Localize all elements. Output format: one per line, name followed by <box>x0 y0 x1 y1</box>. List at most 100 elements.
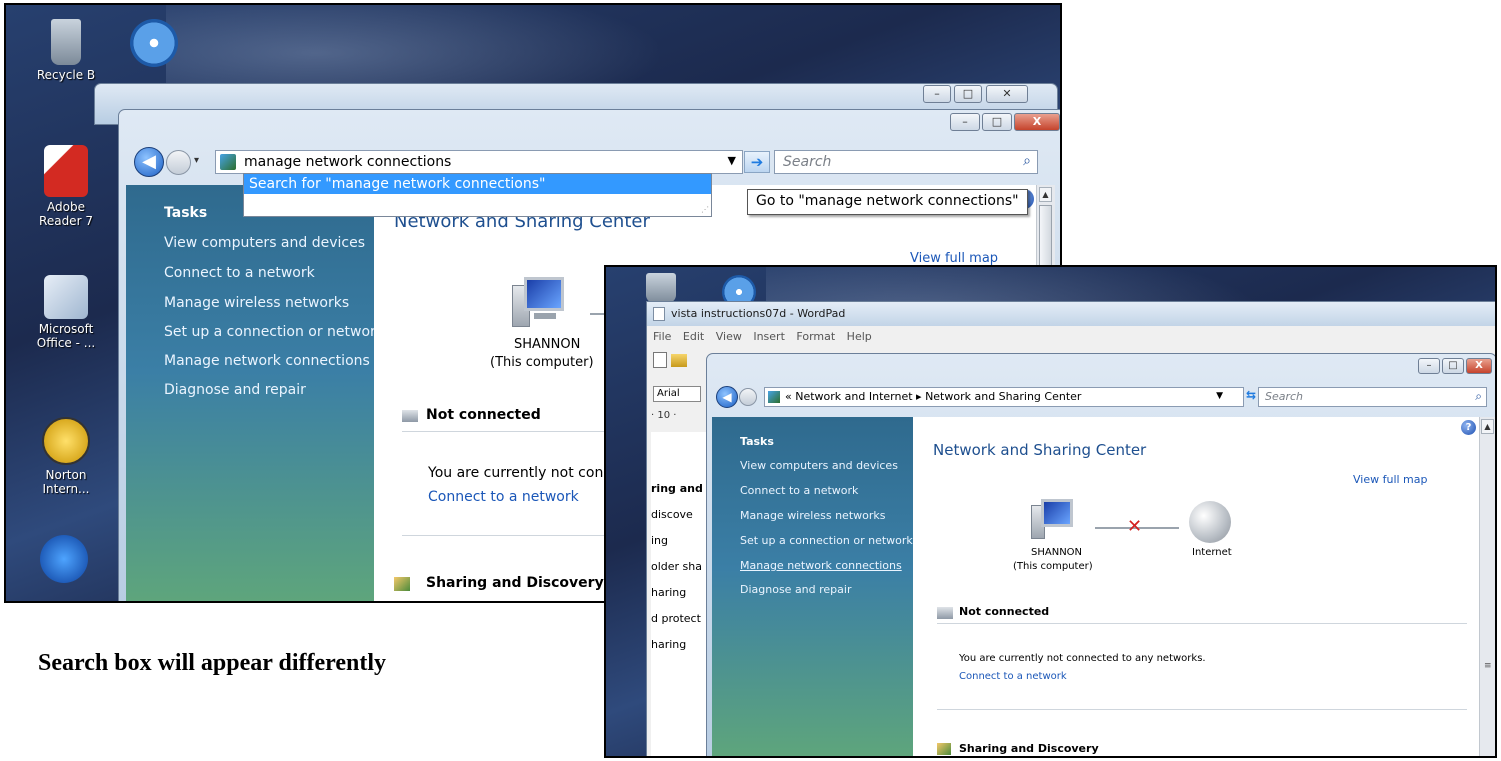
view-full-map-link[interactable]: View full map <box>910 251 998 266</box>
caption-text: Search box will appear differently <box>38 650 386 676</box>
desktop-icon-recycle-bin[interactable]: Recycle B <box>26 19 106 82</box>
computer-name: SHANNON <box>1031 547 1083 558</box>
address-dropdown-icon[interactable]: ▼ <box>1216 391 1223 401</box>
connect-network-link[interactable]: Connect to a network <box>959 671 1067 682</box>
back-button[interactable]: ◀ <box>134 147 164 177</box>
scroll-up-button[interactable]: ▲ <box>1039 187 1052 202</box>
address-bar[interactable]: manage network connections ▼ <box>215 150 743 174</box>
doc-line: discove <box>651 508 693 521</box>
doc-line: haring <box>651 638 687 651</box>
search-icon[interactable]: ⌕ <box>1023 153 1031 169</box>
task-connect-network[interactable]: Connect to a network <box>164 265 315 281</box>
task-manage-connections[interactable]: Manage network connections <box>164 353 370 369</box>
address-value[interactable]: manage network connections <box>244 154 451 170</box>
menu-help[interactable]: Help <box>847 330 872 343</box>
menu-file[interactable]: File <box>653 330 671 343</box>
recycle-bin-icon <box>51 19 81 65</box>
task-setup-connection[interactable]: Set up a connection or network <box>164 324 384 340</box>
network-icon <box>220 154 236 170</box>
scroll-up-button[interactable]: ▲ <box>1481 419 1494 434</box>
page-title: Network and Sharing Center <box>933 441 1147 459</box>
tasks-pane: Tasks View computers and devices Connect… <box>712 417 913 756</box>
desktop-icon-label: Norton Intern... <box>42 468 90 496</box>
close-button[interactable]: X <box>1014 113 1060 131</box>
disc-icon <box>130 19 178 67</box>
task-connect-network[interactable]: Connect to a network <box>740 484 858 497</box>
office-icon <box>44 275 88 319</box>
task-setup-connection[interactable]: Set up a connection or network <box>740 534 913 547</box>
task-manage-connections[interactable]: Manage network connections <box>740 559 902 572</box>
view-full-map-link[interactable]: View full map <box>1353 473 1428 486</box>
minimize-button[interactable]: – <box>1418 358 1440 374</box>
divider <box>937 623 1467 624</box>
minimize-button[interactable]: – <box>950 113 980 131</box>
font-select[interactable]: Arial <box>653 386 701 402</box>
sharing-heading: Sharing and Discovery <box>959 742 1099 755</box>
computer-subtitle: (This computer) <box>1013 561 1093 572</box>
recent-pages-dropdown[interactable]: ▾ <box>194 155 199 166</box>
maximize-button[interactable]: □ <box>982 113 1012 131</box>
menu-format[interactable]: Format <box>796 330 835 343</box>
task-manage-wireless[interactable]: Manage wireless networks <box>164 295 349 311</box>
address-dropdown-icon[interactable]: ▼ <box>728 154 736 167</box>
desktop-icon-adobe-reader[interactable]: Adobe Reader 7 <box>26 145 106 228</box>
wordpad-titlebar: vista instructions07d - WordPad <box>647 302 1495 326</box>
desktop-icon-norton[interactable]: Norton Intern... <box>26 417 106 496</box>
breadcrumb-separator[interactable]: ▸ <box>916 390 922 403</box>
desktop-icon-office[interactable]: Microsoft Office - ... <box>26 275 106 350</box>
background-maximize-button[interactable]: □ <box>954 85 982 103</box>
desktop-icon-label: Adobe Reader 7 <box>39 200 93 228</box>
breadcrumb-bar[interactable]: « Network and Internet ▸ Network and Sha… <box>764 387 1244 407</box>
computer-name: SHANNON <box>514 337 581 352</box>
close-button[interactable]: X <box>1466 358 1492 374</box>
doc-line: ing <box>651 534 669 547</box>
task-view-computers[interactable]: View computers and devices <box>164 235 365 251</box>
search-icon[interactable]: ⌕ <box>1475 389 1482 404</box>
scroll-grip[interactable]: ≡ <box>1484 661 1492 671</box>
menu-edit[interactable]: Edit <box>683 330 704 343</box>
internet-label: Internet <box>1192 547 1232 558</box>
network-icon <box>768 391 780 403</box>
task-diagnose-repair[interactable]: Diagnose and repair <box>164 382 306 398</box>
media-player-icon <box>40 535 88 583</box>
search-placeholder: Search <box>1265 390 1304 403</box>
task-view-computers[interactable]: View computers and devices <box>740 459 898 472</box>
desktop-icon-disc[interactable] <box>124 19 184 70</box>
breadcrumb: « Network and Internet ▸ Network and Sha… <box>785 390 1081 403</box>
content-pane: Network and Sharing Center View full map… <box>913 417 1479 756</box>
recycle-bin-icon <box>646 273 676 303</box>
open-folder-icon[interactable] <box>671 354 687 367</box>
forward-button[interactable] <box>739 388 757 406</box>
breadcrumb-current[interactable]: Network and Sharing Center <box>925 390 1081 403</box>
status-heading: Not connected <box>426 407 541 423</box>
maximize-button[interactable]: □ <box>1442 358 1464 374</box>
refresh-button[interactable]: ⇆ <box>1246 388 1256 402</box>
wordpad-menubar: File Edit View Insert Format Help <box>653 330 880 343</box>
search-placeholder: Search <box>783 154 832 170</box>
back-button[interactable]: ◀ <box>716 386 738 408</box>
desktop-icon-media[interactable] <box>36 535 92 586</box>
menu-view[interactable]: View <box>716 330 742 343</box>
wordpad-document[interactable]: ring and discove ing older sha haring d … <box>651 432 711 756</box>
screenshot-breadcrumb: vista instructions07d - WordPad File Edi… <box>604 265 1497 758</box>
help-icon[interactable]: ? <box>1461 420 1476 435</box>
doc-line: d protect <box>651 612 701 625</box>
breadcrumb-overflow[interactable]: « <box>785 390 792 403</box>
background-minimize-button[interactable]: – <box>923 85 951 103</box>
desktop-icon-label: Recycle B <box>36 68 96 82</box>
scrollbar[interactable]: ▲ ≡ <box>1479 417 1495 756</box>
suggestion-item[interactable]: Search for "manage network connections" <box>244 174 711 194</box>
search-box[interactable]: Search ⌕ <box>1258 387 1487 407</box>
forward-button[interactable] <box>166 150 191 175</box>
connect-network-link[interactable]: Connect to a network <box>428 489 579 505</box>
breadcrumb-network-internet[interactable]: Network and Internet <box>795 390 912 403</box>
new-document-icon[interactable] <box>653 352 667 368</box>
task-manage-wireless[interactable]: Manage wireless networks <box>740 509 885 522</box>
go-arrow-button[interactable]: ➔ <box>744 151 770 173</box>
desktop-icon-label: Microsoft Office - ... <box>36 322 96 350</box>
task-diagnose-repair[interactable]: Diagnose and repair <box>740 583 852 596</box>
background-close-button[interactable]: ✕ <box>986 85 1028 103</box>
resize-grip-icon[interactable]: ⋰ <box>701 205 709 214</box>
search-box[interactable]: Search ⌕ <box>774 150 1038 174</box>
menu-insert[interactable]: Insert <box>753 330 785 343</box>
